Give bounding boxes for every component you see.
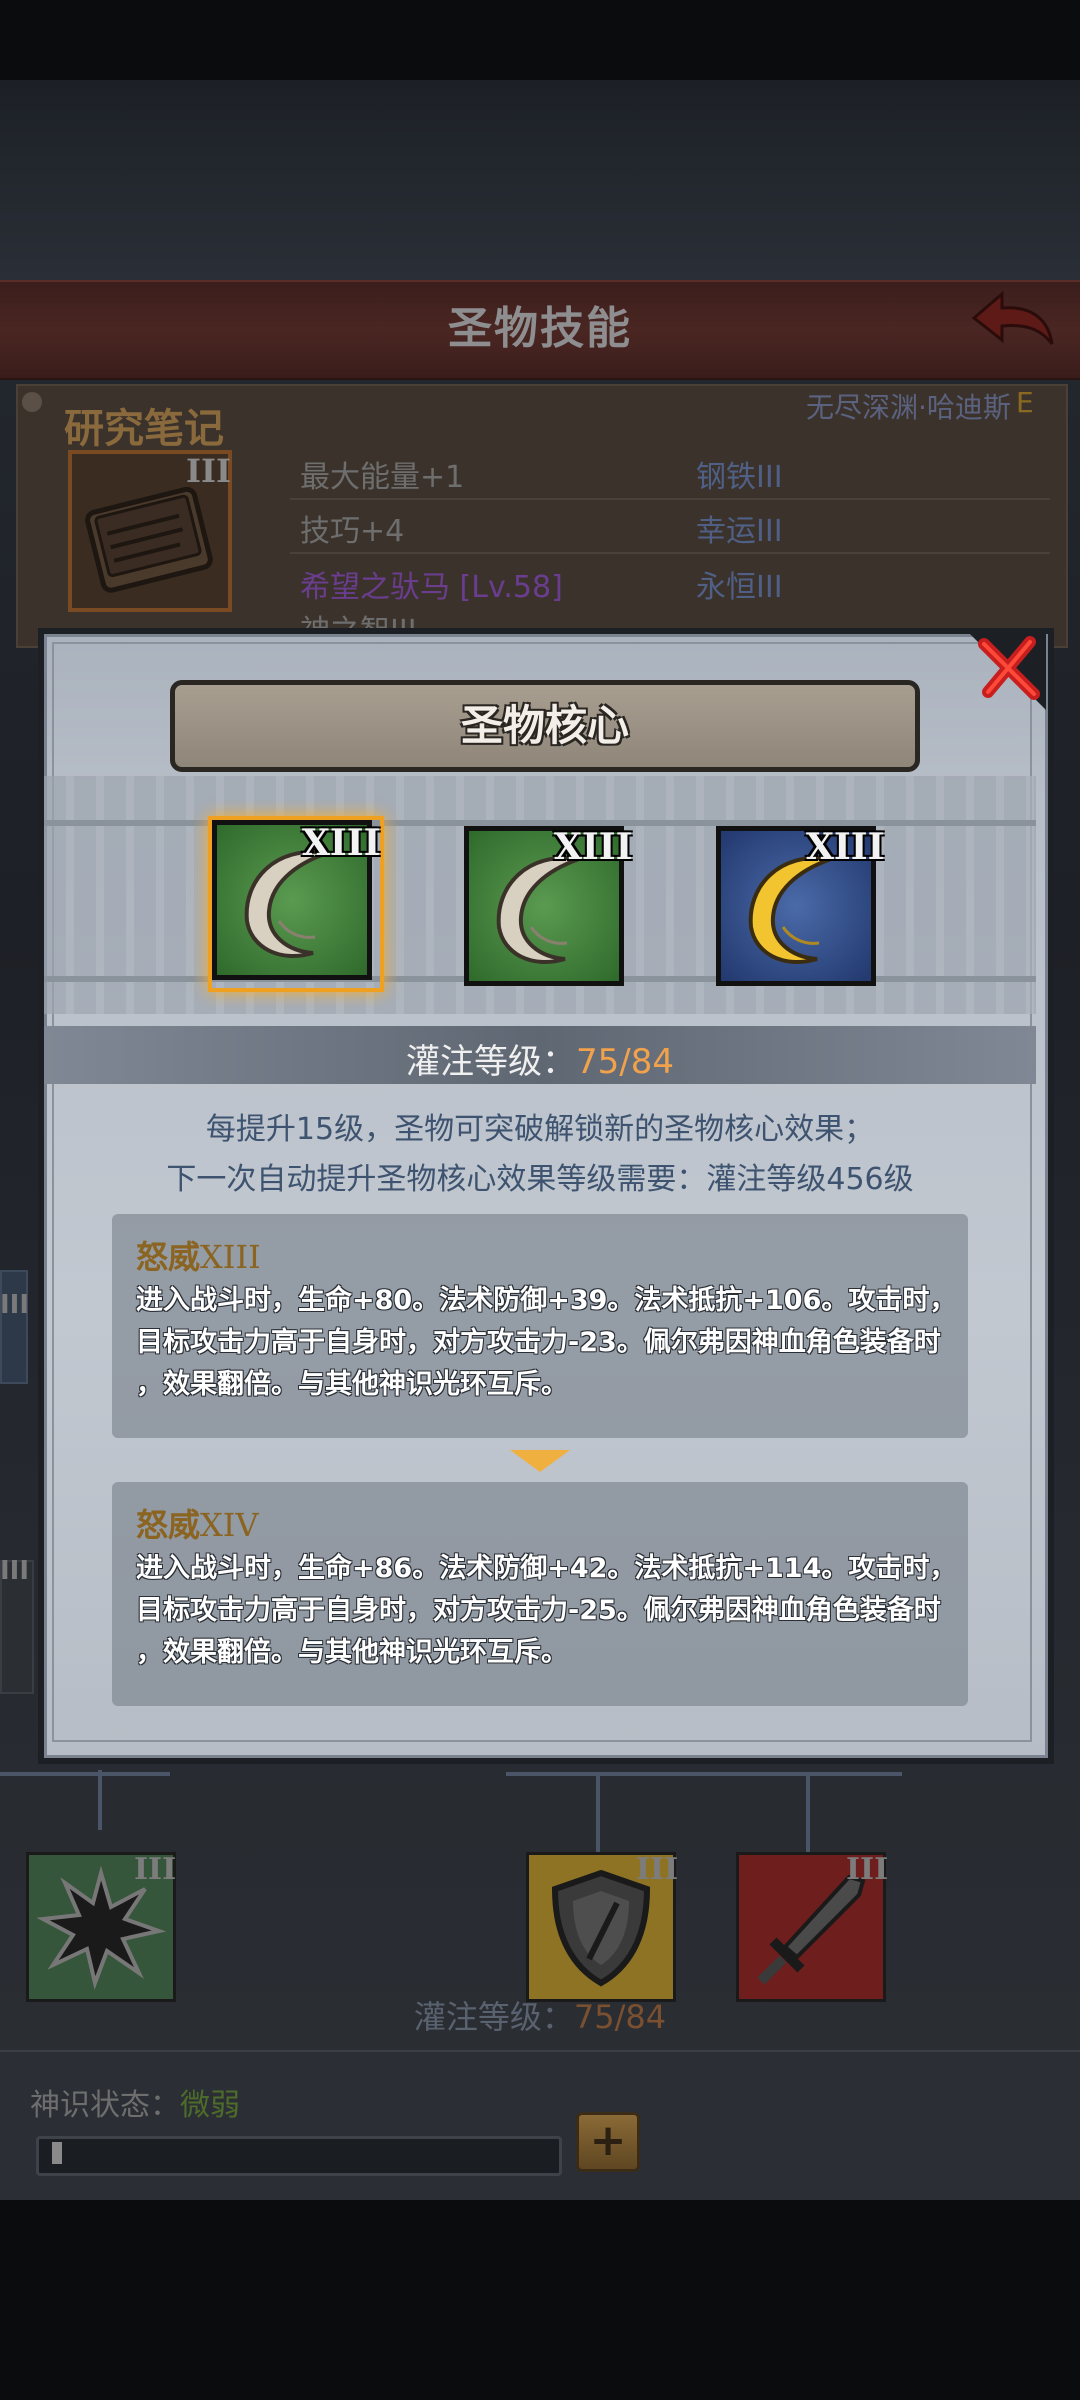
left-edge-tile (0, 1270, 28, 1384)
bottom-letterbox (0, 2200, 1080, 2400)
tree-connector (596, 1776, 600, 1856)
back-button[interactable] (968, 288, 1056, 358)
close-icon (964, 628, 1046, 710)
effect-tier: XIII (200, 1238, 261, 1276)
stat-left-1: 最大能量+1 (300, 460, 465, 495)
divine-progress-fill (52, 2142, 62, 2164)
tree-connector (98, 1770, 102, 1830)
close-button[interactable] (964, 628, 1046, 710)
skill-tier: III (846, 1852, 889, 1887)
tree-connector (0, 1772, 170, 1776)
divine-status-label: 神识状态： (30, 2088, 180, 2123)
divine-status: 神识状态：微弱 (30, 2080, 240, 2124)
core-tier: XIII (806, 826, 885, 868)
stat-left-2: 技巧+4 (300, 514, 405, 549)
add-button[interactable]: + (576, 2112, 640, 2172)
effect-line: 进入战斗时，生命+86。法术防御+42。法术抵抗+114。攻击时， (136, 1553, 957, 1584)
effect-line: 目标攻击力高于自身时，对方攻击力-25。佩尔弗因神血角色装备时 (136, 1595, 941, 1626)
skill-tier: III (636, 1852, 679, 1887)
pin-icon (22, 392, 42, 412)
background-top (0, 80, 1080, 280)
book-tier-label: III (186, 452, 231, 490)
divine-status-value: 微弱 (180, 2088, 240, 2123)
divine-progress-bar (36, 2136, 562, 2176)
infuse-label: 灌注等级： (413, 1998, 574, 2036)
left-edge-tier: III (0, 1556, 30, 1586)
core-tier: XIII (302, 822, 381, 864)
modal-title: 圣物核心 (460, 701, 629, 750)
divider (290, 498, 1050, 500)
skill-tier: III (134, 1852, 177, 1887)
stat-partial: 神之智III (300, 606, 417, 630)
stat-right-1: 钢铁III (696, 460, 783, 495)
infuse-label: 灌注等级： (406, 1042, 576, 1082)
effect-name: 怒威 (136, 1506, 201, 1544)
location-label: 无尽深渊·哈迪斯 (806, 391, 1011, 424)
page-title: 圣物技能 (448, 303, 632, 354)
effect-line: 目标攻击力高于自身时，对方攻击力-23。佩尔弗因神血角色装备时 (136, 1327, 941, 1358)
hint-text-1: 每提升15级，圣物可突破解锁新的圣物核心效果； (205, 1112, 875, 1147)
grade-label: E (1016, 386, 1034, 419)
stat-left-3: 希望之驮马 [Lv.58] (300, 570, 563, 605)
divine-status-strip (0, 2050, 1080, 2202)
hint-text-2: 下一次自动提升圣物核心效果等级需要：灌注等级456级 (166, 1162, 914, 1197)
infuse-level: 灌注等级：75/84 (44, 1034, 1036, 1083)
effect-line: ，效果翻倍。与其他神识光环互斥。 (136, 1637, 568, 1668)
tree-connector (806, 1776, 810, 1856)
research-notes-title: 研究笔记 (64, 406, 224, 452)
effect-name: 怒威 (136, 1238, 201, 1276)
tree-connector (506, 1772, 902, 1776)
arrow-down-icon (510, 1450, 570, 1472)
next-effect-title: 怒威XIV (136, 1500, 259, 1546)
background-infuse-level: 灌注等级：75/84 (0, 1992, 1080, 2038)
effect-line: 进入战斗时，生命+80。法术防御+39。法术抵抗+106。攻击时， (136, 1285, 957, 1316)
back-arrow-icon (971, 290, 1054, 345)
divider (290, 552, 1050, 554)
infuse-value: 75/84 (576, 1042, 674, 1082)
core-tier: XIII (554, 826, 633, 868)
infuse-value: 75/84 (573, 1998, 667, 2036)
effect-line: ，效果翻倍。与其他神识光环互斥。 (136, 1369, 568, 1400)
stat-right-3: 永恒III (696, 570, 783, 605)
current-effect-title: 怒威XIII (136, 1232, 261, 1278)
left-edge-tier: III (0, 1290, 30, 1320)
effect-tier: XIV (200, 1506, 259, 1544)
stat-right-2: 幸运III (696, 514, 783, 549)
